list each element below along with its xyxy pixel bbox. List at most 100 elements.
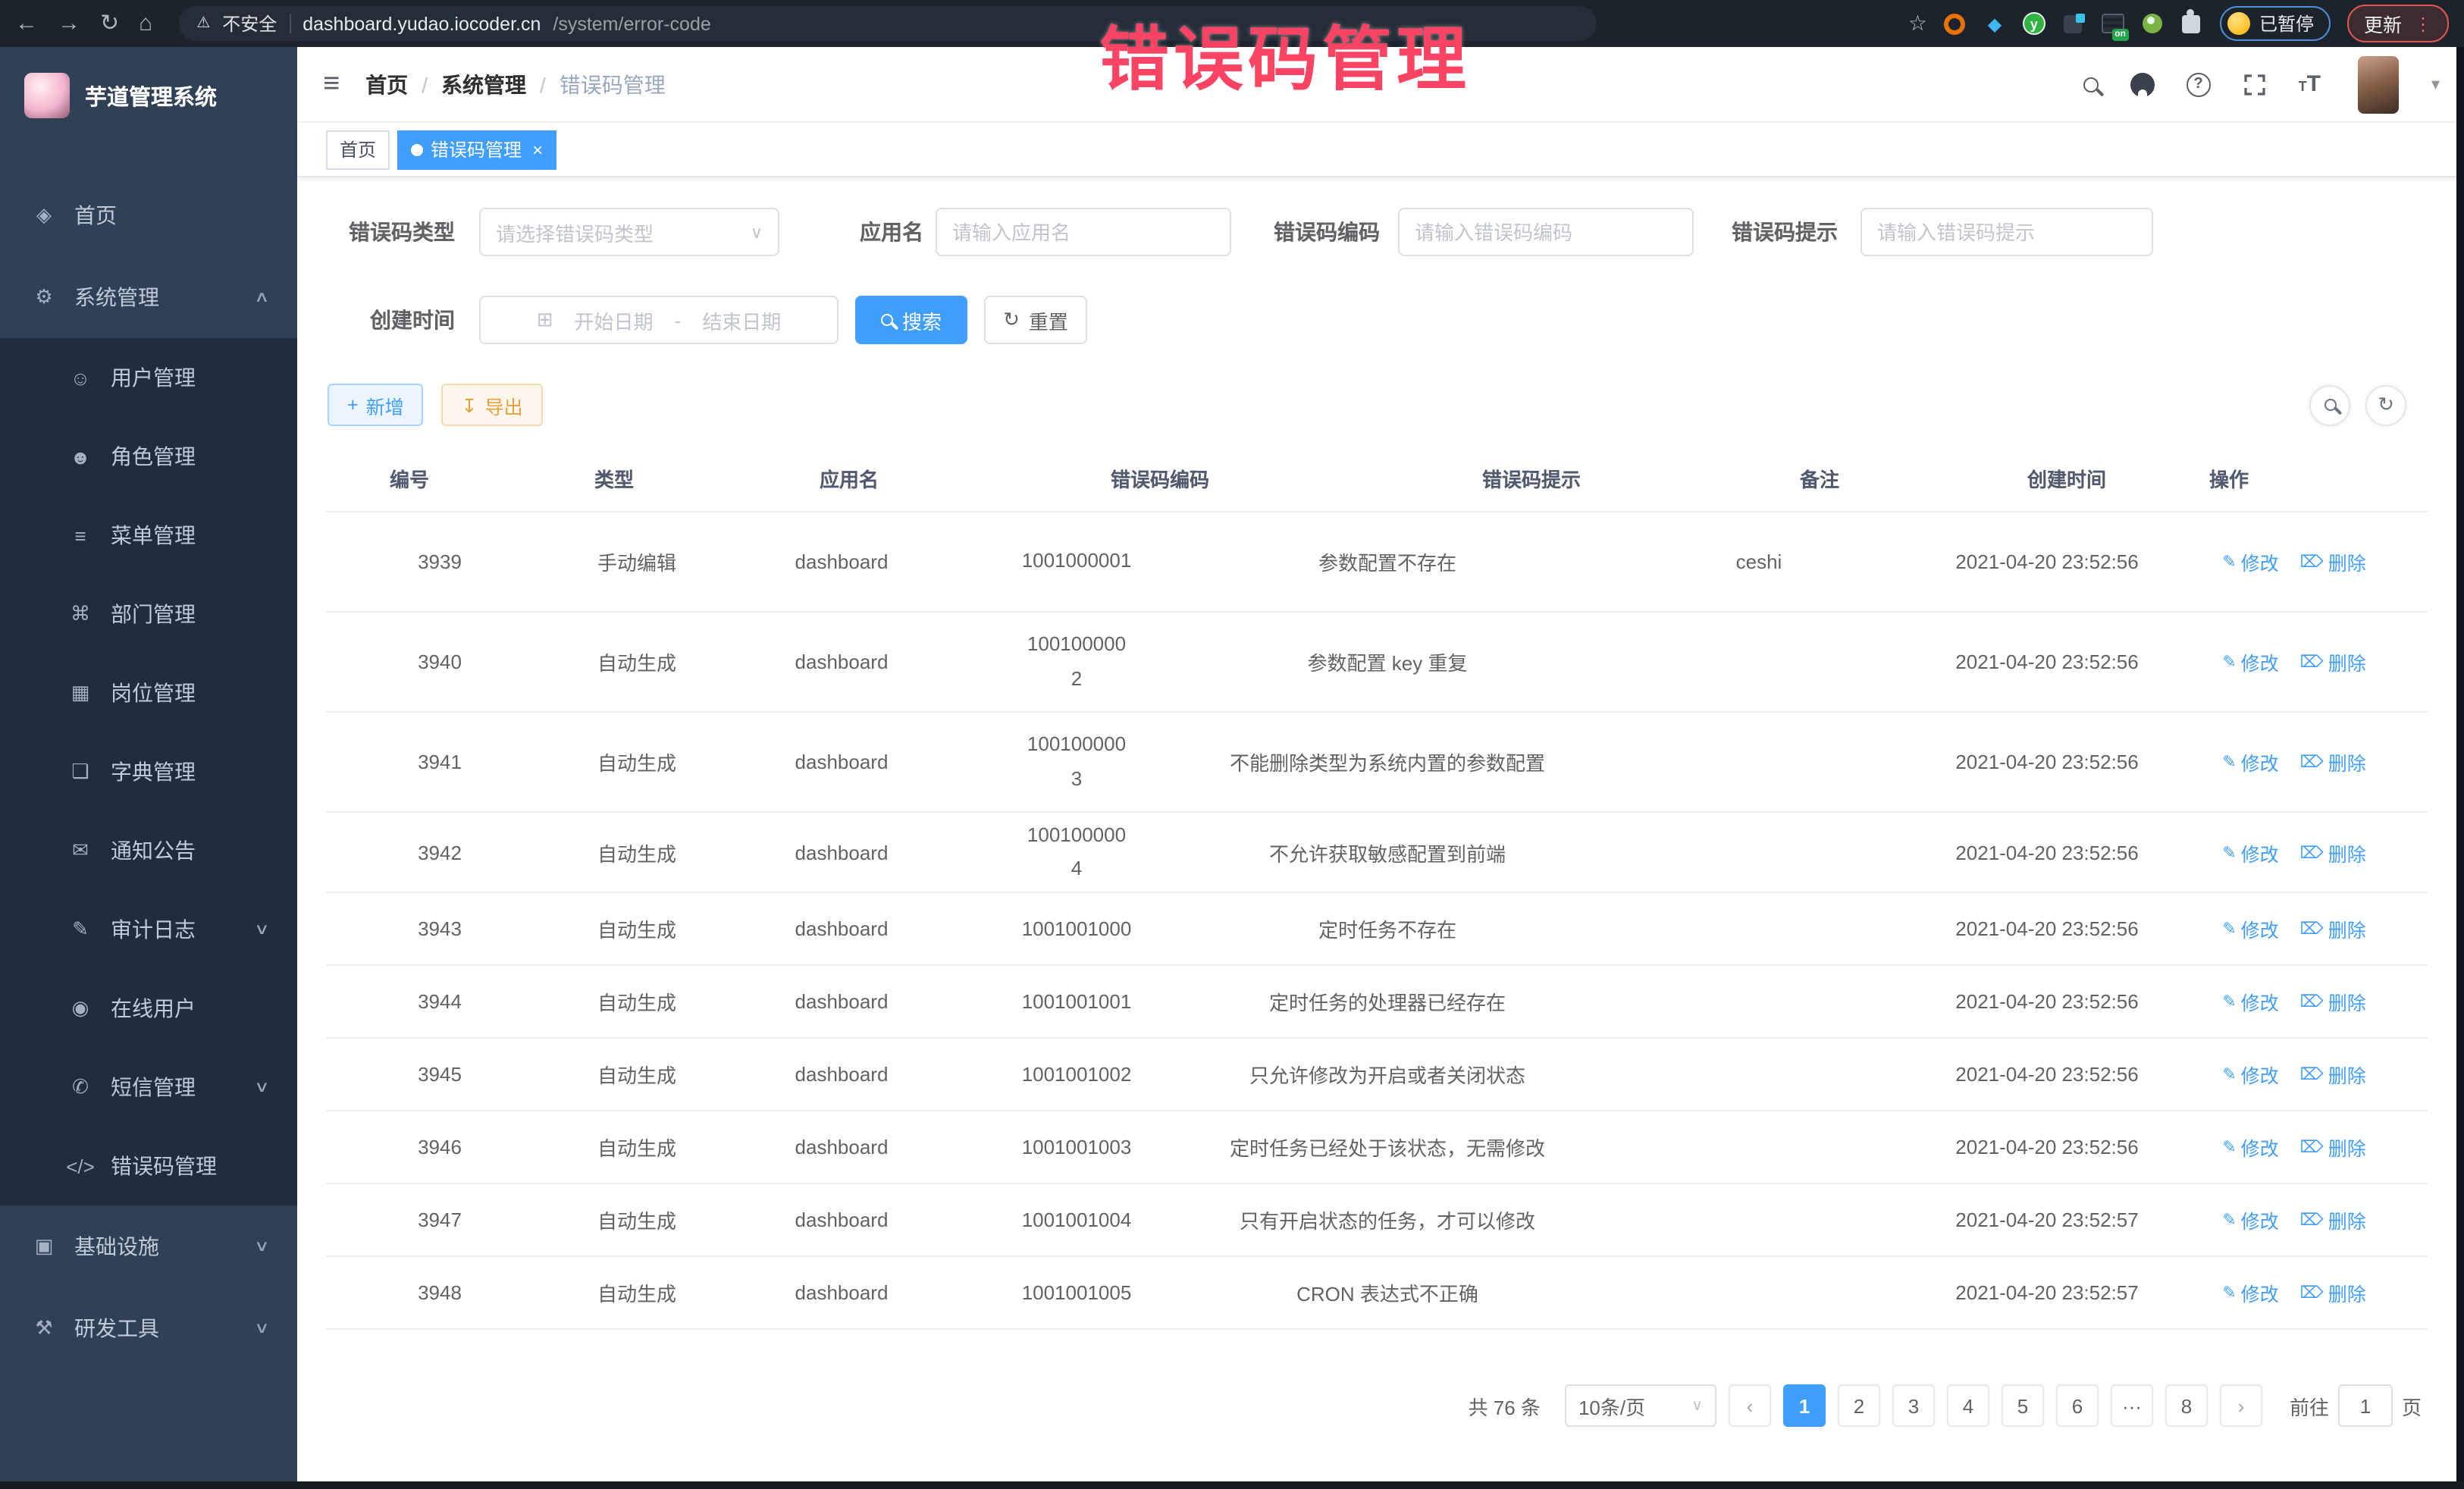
home-icon[interactable]: ⌂ [139, 12, 152, 35]
sidebar-item[interactable]: </> 错误码管理 [0, 1127, 297, 1205]
sidebar-item[interactable]: ☻ 角色管理 [0, 417, 297, 496]
edit-link[interactable]: ✎修改 [2222, 1133, 2278, 1161]
sidebar-item[interactable]: ❏ 字典管理 [0, 732, 297, 811]
sidebar-item[interactable]: ⚒ 研发工具 ∨ [0, 1287, 297, 1369]
edit-link[interactable]: ✎修改 [2222, 1205, 2278, 1234]
app-name-input[interactable] [936, 208, 1231, 256]
table-row[interactable]: 3942 自动生成 dashboard 100100000 4 不允许获取敏感配… [326, 813, 2428, 893]
fullscreen-icon[interactable] [2243, 72, 2267, 96]
github-icon[interactable] [2130, 72, 2155, 96]
user-avatar[interactable] [2359, 55, 2400, 113]
table-row[interactable]: 3940 自动生成 dashboard 100100000 2 参数配置 key… [326, 613, 2428, 713]
sidebar-item[interactable]: ◉ 在线用户 [0, 969, 297, 1048]
tags-bar: 首页 × 错误码管理 × [297, 123, 2464, 177]
refresh-table-button[interactable]: ↻ [2365, 384, 2406, 425]
table-row[interactable]: 3946 自动生成 dashboard 1001001003 定时任务已经处于该… [326, 1111, 2428, 1184]
delete-icon: ⌦ [2300, 1283, 2324, 1302]
page-button[interactable]: ··· [2111, 1384, 2153, 1427]
sidebar-item-label: 短信管理 [111, 1072, 196, 1102]
page-button[interactable]: 5 [2002, 1384, 2044, 1427]
bookmark-star-icon[interactable]: ☆ [1908, 11, 1927, 36]
table-row[interactable]: 3945 自动生成 dashboard 1001001002 只允许修改为开启或… [326, 1039, 2428, 1111]
page-button[interactable]: 4 [1947, 1384, 1989, 1427]
edit-link[interactable]: ✎修改 [2222, 987, 2278, 1016]
close-icon[interactable]: × [532, 139, 543, 160]
delete-link[interactable]: ⌦删除 [2300, 1205, 2366, 1234]
sidebar-item[interactable]: ☺ 用户管理 [0, 338, 297, 417]
tag[interactable]: 首页 × [326, 130, 390, 169]
page-button[interactable]: 3 [1892, 1384, 1935, 1427]
menu-dots-icon[interactable]: ⋮ [2414, 13, 2432, 34]
sidebar-item[interactable]: ⌘ 部门管理 [0, 575, 297, 654]
edit-link[interactable]: ✎修改 [2222, 547, 2278, 576]
add-button[interactable]: + 新增 [328, 384, 424, 426]
error-msg-input[interactable] [1861, 208, 2153, 256]
edit-link[interactable]: ✎修改 [2222, 647, 2278, 676]
extension-green-search-icon[interactable] [2143, 14, 2162, 33]
edit-link[interactable]: ✎修改 [2222, 748, 2278, 776]
extension-orange-icon[interactable] [1945, 13, 1966, 34]
page-button[interactable]: 2 [1838, 1384, 1880, 1427]
sidebar-item[interactable]: ✉ 通知公告 [0, 811, 297, 890]
page-size-select[interactable]: 10条/页 ∨ [1565, 1384, 1716, 1427]
search-icon[interactable] [2083, 77, 2099, 92]
edit-link[interactable]: ✎修改 [2222, 914, 2278, 943]
tag[interactable]: 错误码管理 × [397, 130, 556, 169]
address-bar[interactable]: ⚠ 不安全 dashboard.yudao.iocoder.cn/system/… [178, 6, 1596, 41]
edit-link[interactable]: ✎修改 [2222, 1278, 2278, 1307]
extension-puzzle-icon[interactable] [2183, 14, 2201, 33]
page-button[interactable]: 8 [2165, 1384, 2208, 1427]
sidebar-item[interactable]: ≡ 菜单管理 [0, 496, 297, 575]
sidebar-item[interactable]: ▦ 岗位管理 [0, 654, 297, 732]
page-button[interactable]: 6 [2056, 1384, 2099, 1427]
page-button[interactable]: 1 [1783, 1384, 1826, 1427]
error-code-input[interactable] [1398, 208, 1694, 256]
table-row[interactable]: 3948 自动生成 dashboard 1001001005 CRON 表达式不… [326, 1257, 2428, 1330]
browser-update-button[interactable]: 更新 ⋮ [2347, 5, 2449, 42]
edit-link[interactable]: ✎修改 [2222, 838, 2278, 867]
delete-link[interactable]: ⌦删除 [2300, 987, 2366, 1016]
security-label[interactable]: 不安全 [222, 11, 277, 36]
profile-paused-chip[interactable]: 已暂停 [2220, 6, 2331, 41]
table-row[interactable]: 3939 手动编辑 dashboard 1001000001 参数配置不存在 c… [326, 513, 2428, 613]
next-page-button[interactable]: › [2220, 1384, 2262, 1427]
forward-icon[interactable]: → [58, 12, 80, 35]
delete-link[interactable]: ⌦删除 [2300, 1060, 2366, 1089]
search-button[interactable]: 搜索 [855, 296, 967, 344]
goto-page-input[interactable] [2338, 1384, 2393, 1427]
table-row[interactable]: 3944 自动生成 dashboard 1001001001 定时任务的处理器已… [326, 966, 2428, 1039]
edit-link[interactable]: ✎修改 [2222, 1060, 2278, 1089]
toggle-search-button[interactable] [2309, 384, 2350, 425]
error-type-select[interactable]: 请选择错误码类型 ∨ [479, 208, 779, 256]
help-icon[interactable]: ? [2187, 72, 2211, 96]
sidebar-item[interactable]: ⚙ 系统管理 ∧ [0, 256, 297, 338]
reset-button[interactable]: ↻ 重置 [984, 296, 1087, 344]
hamburger-icon[interactable]: ≡ [323, 67, 340, 101]
delete-link[interactable]: ⌦删除 [2300, 748, 2366, 776]
export-button[interactable]: ↧ 导出 [442, 384, 543, 426]
reload-icon[interactable]: ↻ [100, 12, 119, 35]
delete-link[interactable]: ⌦删除 [2300, 1133, 2366, 1161]
table-row[interactable]: 3943 自动生成 dashboard 1001001000 定时任务不存在 2… [326, 893, 2428, 966]
sidebar-item[interactable]: ◈ 首页 [0, 174, 297, 256]
back-icon[interactable]: ← [15, 12, 38, 35]
date-range-picker[interactable]: ⊞ 开始日期 - 结束日期 [479, 296, 839, 344]
extension-blue-gem-icon[interactable]: ◆ [1983, 12, 2006, 35]
delete-link[interactable]: ⌦删除 [2300, 838, 2366, 867]
breadcrumb-system[interactable]: 系统管理 [441, 69, 526, 99]
sidebar-item[interactable]: ✎ 审计日志 ∨ [0, 890, 297, 969]
font-size-icon[interactable]: TT [2299, 71, 2321, 98]
prev-page-button[interactable]: ‹ [1729, 1384, 1771, 1427]
breadcrumb-home[interactable]: 首页 [365, 69, 408, 99]
delete-link[interactable]: ⌦删除 [2300, 1278, 2366, 1307]
extension-grid-icon[interactable] [2064, 14, 2083, 33]
caret-down-icon[interactable]: ▾ [2431, 74, 2440, 94]
delete-link[interactable]: ⌦删除 [2300, 647, 2366, 676]
extension-green-y-icon[interactable]: y [2023, 12, 2045, 35]
delete-link[interactable]: ⌦删除 [2300, 547, 2366, 576]
sidebar-item[interactable]: ✆ 短信管理 ∨ [0, 1048, 297, 1127]
delete-link[interactable]: ⌦删除 [2300, 914, 2366, 943]
table-row[interactable]: 3947 自动生成 dashboard 1001001004 只有开启状态的任务… [326, 1184, 2428, 1257]
table-row[interactable]: 3941 自动生成 dashboard 100100000 3 不能删除类型为系… [326, 713, 2428, 813]
sidebar-item[interactable]: ▣ 基础设施 ∨ [0, 1205, 297, 1287]
